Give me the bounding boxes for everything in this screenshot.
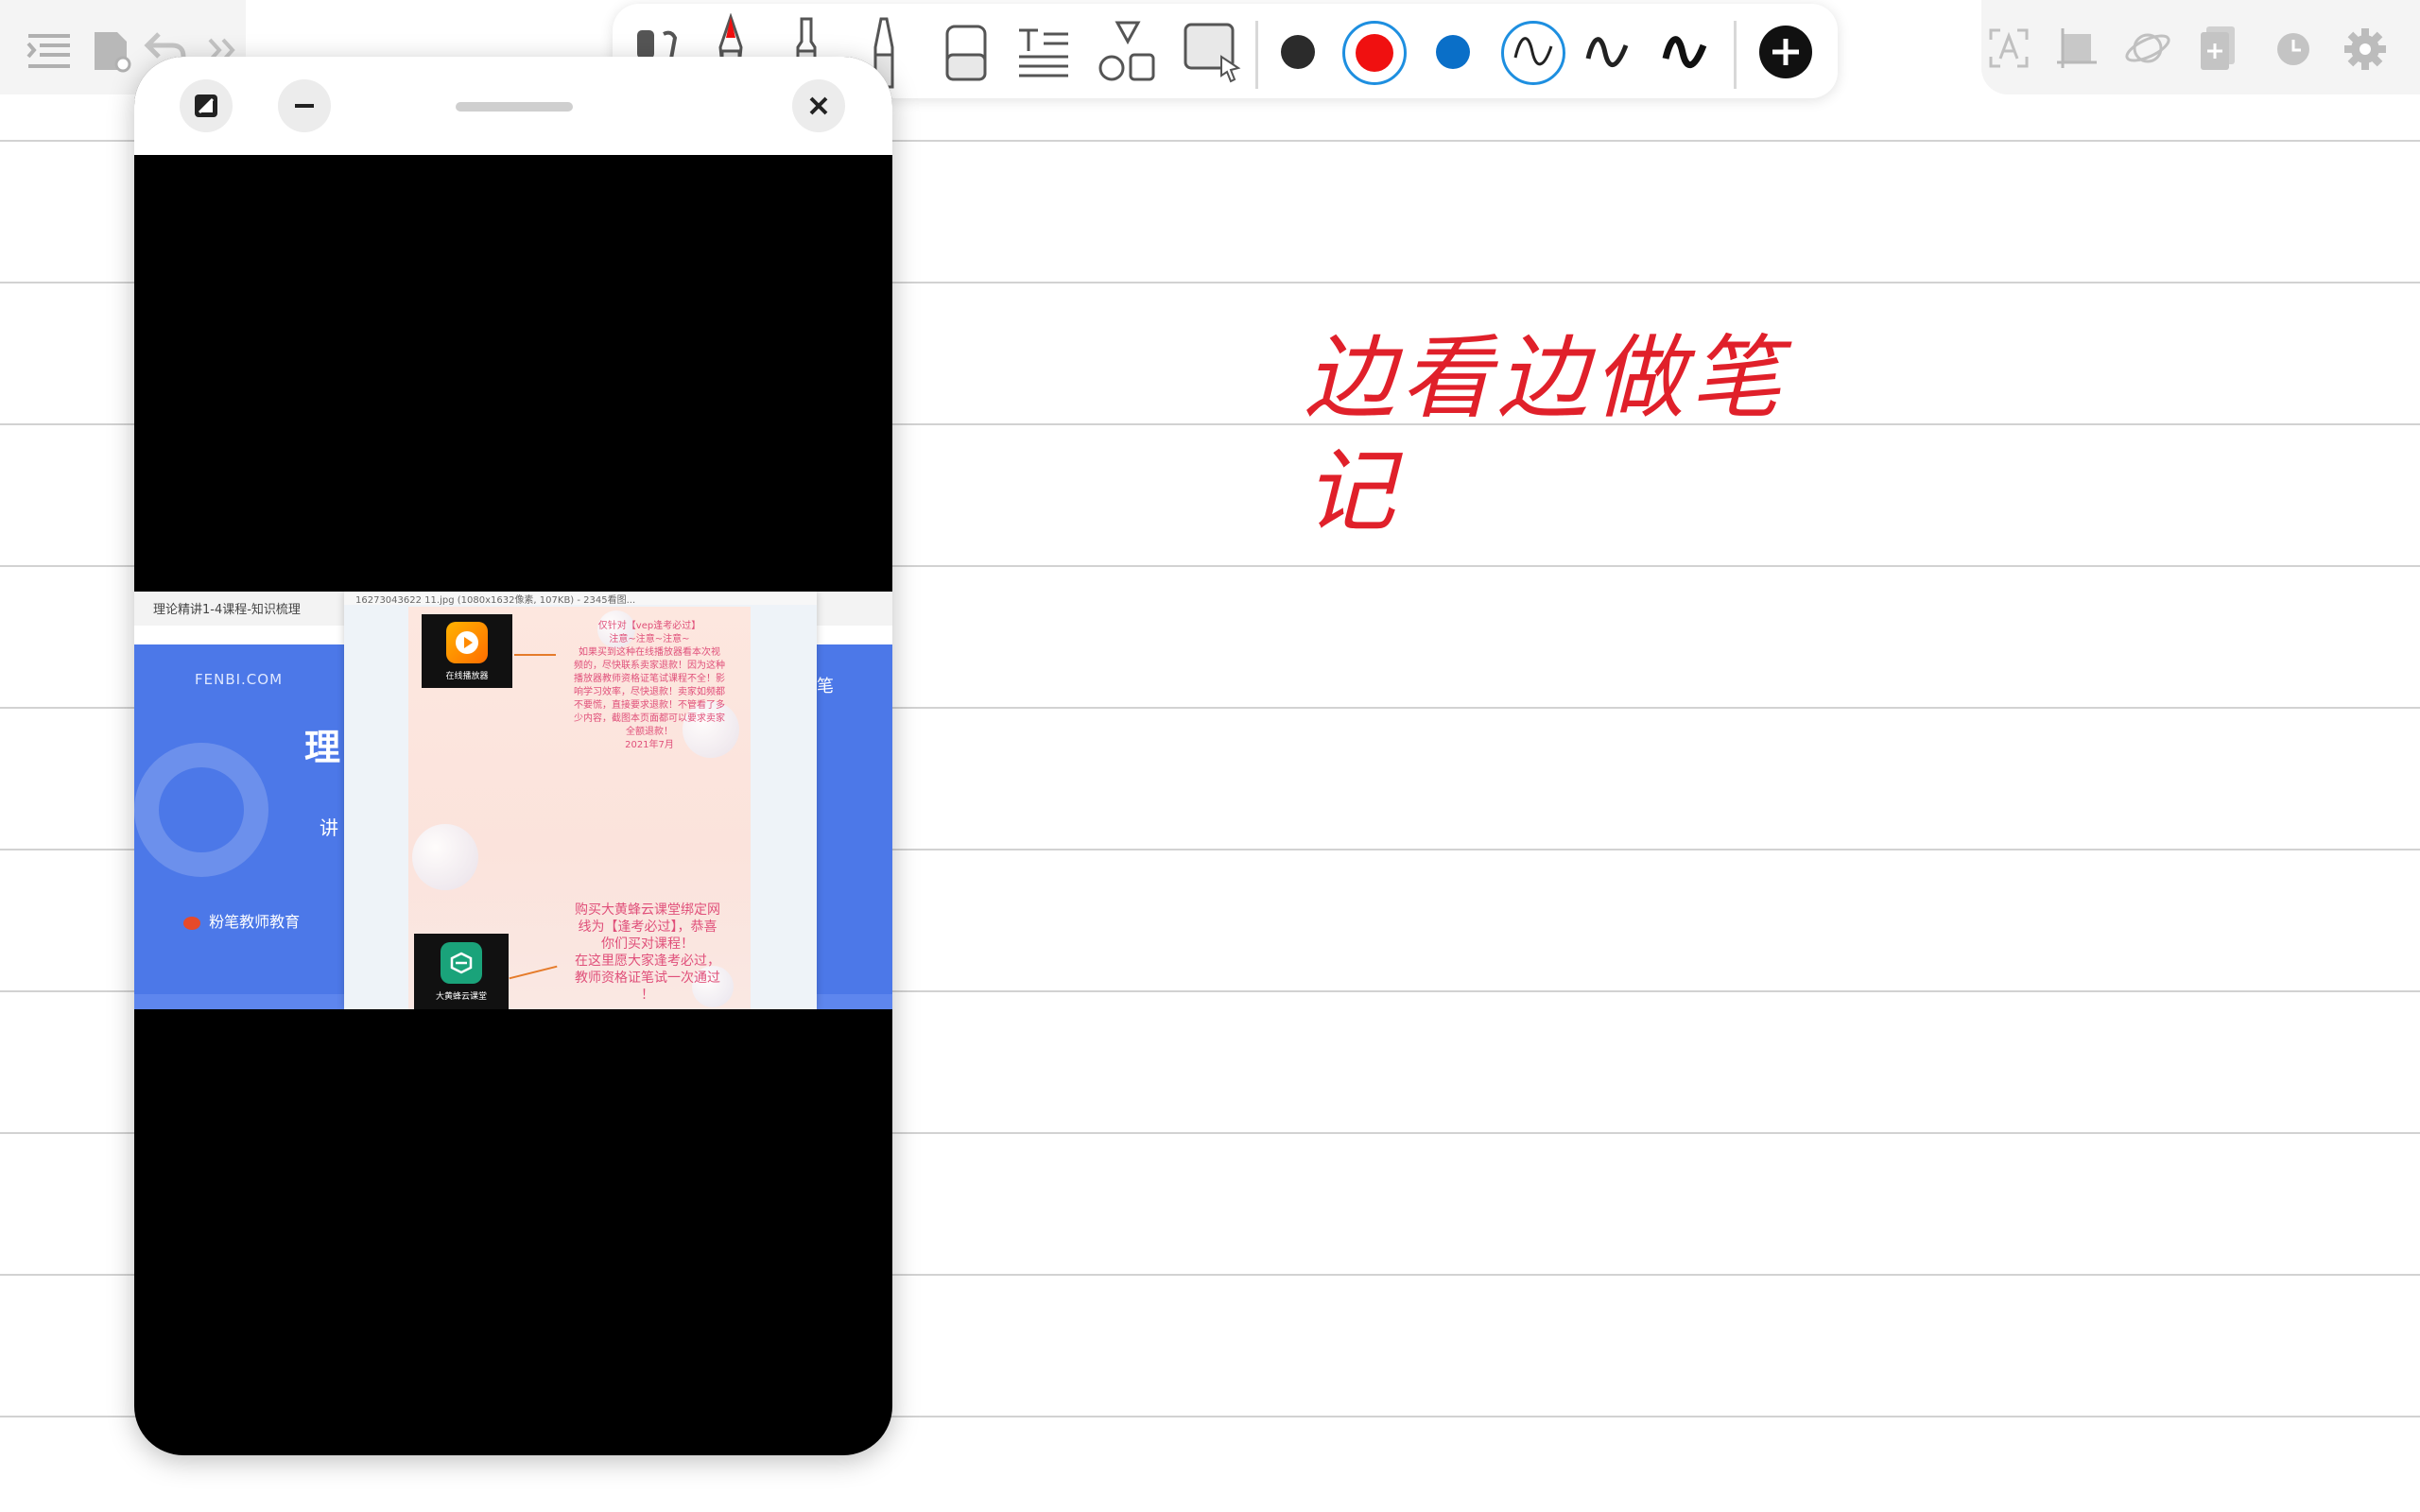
drag-handle[interactable] bbox=[456, 102, 573, 112]
window-header bbox=[134, 57, 892, 155]
poster-line: 播放器教师资格证笔试课程不全！影 bbox=[574, 674, 725, 684]
eraser-icon[interactable] bbox=[938, 19, 994, 85]
cloud-class-icon bbox=[441, 941, 482, 984]
poster-line: 你们买对课程！ bbox=[601, 936, 694, 952]
color-swatch-black[interactable] bbox=[1280, 34, 1316, 70]
poster-image: 在线播放器 仅针对【vep逢考必过】 注意~注意~注意~ 如果买到这种在线播放器… bbox=[408, 607, 751, 1009]
poster-line: 线为【逢考必过】，恭喜 bbox=[578, 919, 717, 935]
weibo-icon bbox=[183, 916, 200, 930]
warning-text: 仅针对【vep逢考必过】 注意~注意~注意~ 如果买到这种在线播放器看本次视 频… bbox=[550, 620, 749, 752]
poster-line: 在这里愿大家逢考必过， bbox=[575, 954, 720, 969]
decor-circle bbox=[134, 743, 268, 877]
poster-line: 注意~注意~注意~ bbox=[609, 634, 690, 644]
banner-right-char: 笔 bbox=[817, 677, 834, 696]
poster-line: 少内容，截图本页面都可以要求卖家 bbox=[574, 713, 725, 724]
poster-line: 如果买到这种在线播放器看本次视 bbox=[579, 647, 720, 658]
document-sync-icon[interactable] bbox=[91, 26, 132, 74]
stroke-thick-icon[interactable] bbox=[1658, 25, 1715, 81]
course-title: 理论精讲1-4课程-知识梳理 bbox=[153, 603, 301, 617]
poster-line: ！ bbox=[641, 988, 654, 1003]
add-page-icon[interactable] bbox=[2197, 23, 2238, 72]
video-frame[interactable]: 理论精讲1-4课程-知识梳理 FENBI.COM 理 讲 粉笔教师教育 笔 16… bbox=[134, 592, 892, 1009]
brand-label: 粉笔教师教育 bbox=[183, 909, 300, 932]
cloud-class-label: 大黄蜂云课堂 bbox=[435, 991, 487, 1002]
promo-text: 购买大黄蜂云课堂绑定网 线为【逢考必过】，恭喜 你们买对课程！ 在这里愿大家逢考… bbox=[548, 902, 747, 1004]
viewer-file-info: 16273043622 11.jpg (1080x1632像素, 107KB) … bbox=[355, 595, 636, 605]
banner-subtitle-char: 讲 bbox=[320, 816, 338, 839]
play-icon bbox=[446, 621, 488, 663]
right-toolbar bbox=[1981, 0, 2420, 94]
settings-icon[interactable] bbox=[2342, 26, 2388, 72]
clock-icon[interactable] bbox=[2274, 30, 2312, 68]
add-tool-button[interactable] bbox=[1758, 25, 1813, 79]
poster-line: 购买大黄蜂云课堂绑定网 bbox=[575, 902, 720, 918]
shapes-icon[interactable] bbox=[1097, 19, 1159, 85]
text-tool-icon[interactable] bbox=[1013, 21, 1074, 81]
poster-line: 不要慌，直接要求退款！不管看了多 bbox=[574, 700, 725, 711]
stroke-medium-icon[interactable] bbox=[1581, 25, 1637, 81]
bubble bbox=[412, 824, 478, 890]
viewer-title-bar: 16273043622 11.jpg (1080x1632像素, 107KB) … bbox=[344, 592, 817, 605]
close-button[interactable] bbox=[792, 79, 845, 132]
resize-button[interactable] bbox=[180, 79, 233, 132]
image-viewer: 16273043622 11.jpg (1080x1632像素, 107KB) … bbox=[344, 592, 817, 1009]
poster-line: 响学习效率，尽快退款！卖家如频都 bbox=[574, 687, 725, 697]
planet-icon[interactable] bbox=[2123, 25, 2172, 72]
handwritten-note[interactable]: 边看边做笔记 bbox=[1305, 321, 1815, 544]
menu-icon[interactable] bbox=[26, 32, 72, 70]
brand-text: 粉笔教师教育 bbox=[209, 913, 301, 931]
poster-line: 全额退款！ bbox=[626, 727, 673, 737]
poster-line: 2021年7月 bbox=[625, 740, 674, 750]
image-select-icon[interactable] bbox=[1180, 19, 1246, 85]
toolbar-separator bbox=[1734, 21, 1737, 89]
crop-icon[interactable] bbox=[2055, 26, 2099, 70]
color-swatch-blue[interactable] bbox=[1435, 34, 1471, 70]
toolbar-separator bbox=[1255, 21, 1258, 89]
banner-title-char: 理 bbox=[304, 727, 341, 768]
site-label: FENBI.COM bbox=[195, 671, 284, 688]
poster-line: 频的，尽快联系卖家退款！因为这种 bbox=[574, 661, 725, 671]
note-text: 边看边做笔记 bbox=[1305, 325, 1787, 544]
color-swatch-red-selected[interactable] bbox=[1342, 21, 1407, 85]
poster-line: 仅针对【vep逢考必过】 bbox=[597, 621, 701, 631]
player-app-label: 在线播放器 bbox=[445, 671, 489, 681]
poster-line: 教师资格证笔试一次通过 bbox=[575, 971, 720, 986]
floating-video-window[interactable]: 理论精讲1-4课程-知识梳理 FENBI.COM 理 讲 粉笔教师教育 笔 16… bbox=[134, 57, 892, 1455]
stroke-thin-selected[interactable] bbox=[1501, 21, 1565, 85]
minimize-button[interactable] bbox=[278, 79, 331, 132]
player-app-tile: 在线播放器 bbox=[422, 614, 512, 688]
cloud-class-app-tile: 大黄蜂云课堂 bbox=[414, 934, 509, 1009]
text-recognition-icon[interactable] bbox=[1987, 26, 2031, 70]
